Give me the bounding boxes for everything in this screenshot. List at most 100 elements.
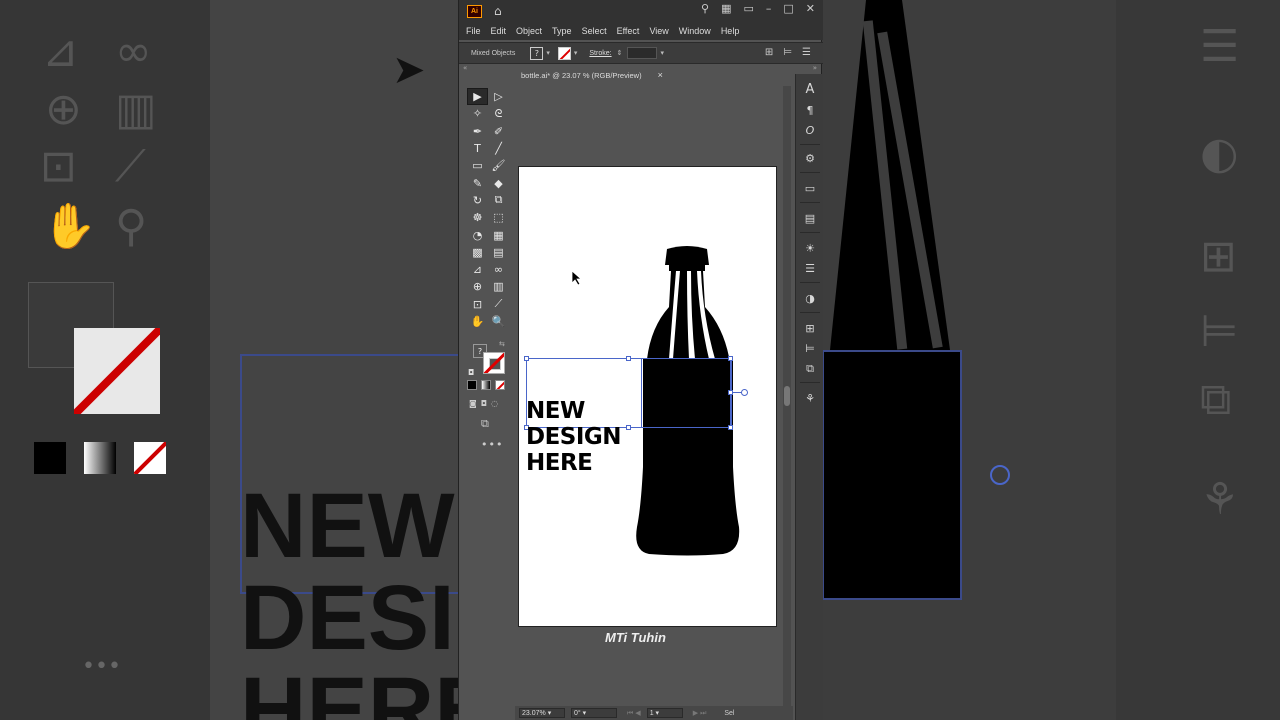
- stroke-dropdown-icon[interactable]: ▾: [574, 49, 578, 57]
- column-graph-icon[interactable]: ▥: [488, 278, 509, 295]
- pen-tool-icon[interactable]: ✒: [467, 123, 488, 140]
- label-rectangle-selection[interactable]: [641, 358, 731, 428]
- opentype-panel-icon[interactable]: O: [796, 124, 824, 137]
- stroke-weight-input[interactable]: [627, 47, 658, 59]
- appearance-panel-icon[interactable]: ☀: [796, 242, 824, 255]
- line-tool-icon[interactable]: ╱: [488, 140, 509, 157]
- libraries-panel-icon[interactable]: ⚘: [796, 392, 824, 405]
- align-icon[interactable]: ⊨: [783, 47, 792, 58]
- menu-file[interactable]: File: [466, 26, 481, 36]
- paragraph-panel-icon[interactable]: ¶: [796, 104, 824, 117]
- rectangle-tool-icon[interactable]: ▭: [467, 157, 488, 174]
- gradient-panel-icon[interactable]: ▭: [796, 182, 824, 195]
- collapse-right-icon[interactable]: »: [813, 64, 817, 72]
- direct-selection-tool-icon[interactable]: ▷: [488, 88, 509, 105]
- selection-tool-icon[interactable]: ▶: [467, 88, 488, 106]
- collapse-left-icon[interactable]: «: [463, 64, 467, 72]
- transparency-panel-icon[interactable]: ▤: [796, 212, 824, 225]
- handle-tm[interactable]: [626, 356, 631, 361]
- control-menu-icon[interactable]: ☰: [802, 47, 811, 58]
- zoom-tool-icon[interactable]: 🔍: [488, 313, 509, 330]
- menu-effect[interactable]: Effect: [617, 26, 640, 36]
- free-transform-icon[interactable]: ⬚: [488, 209, 509, 226]
- transform-icon[interactable]: ⊞: [765, 47, 773, 58]
- layers-panel-icon[interactable]: ⧉: [796, 362, 824, 376]
- artboard-nav-next-icons[interactable]: ▶⏭: [693, 709, 709, 718]
- warp-tool-icon[interactable]: ☸: [467, 209, 488, 226]
- blend-tool-icon[interactable]: ∞: [488, 261, 509, 278]
- artboard-number-select[interactable]: 1 ▾: [646, 708, 683, 718]
- shape-builder-icon[interactable]: ◔: [467, 226, 488, 243]
- vertical-scrollbar[interactable]: [783, 86, 791, 706]
- document-tab[interactable]: bottle.ai* @ 23.07 % (RGB/Preview) ×: [513, 66, 673, 84]
- handle-tr[interactable]: [728, 356, 733, 361]
- mesh-tool-icon[interactable]: ▩: [467, 244, 488, 261]
- handle-br[interactable]: [728, 425, 733, 430]
- arrange-icon[interactable]: ▭: [743, 2, 753, 15]
- menu-select[interactable]: Select: [582, 26, 607, 36]
- menu-object[interactable]: Object: [516, 26, 542, 36]
- transform-panel-icon[interactable]: ⊞: [796, 322, 824, 335]
- eyedropper-icon[interactable]: ⊿: [467, 261, 488, 278]
- menu-type[interactable]: Type: [552, 26, 572, 36]
- menu-edit[interactable]: Edit: [491, 26, 507, 36]
- draw-behind-icon[interactable]: ◘: [481, 399, 487, 408]
- zoom-level-select[interactable]: 23.07% ▾: [519, 708, 565, 718]
- swap-fill-stroke-icon[interactable]: ⇆: [499, 340, 505, 348]
- scrollbar-thumb[interactable]: [784, 386, 790, 406]
- hand-tool-icon[interactable]: ✋: [467, 313, 488, 330]
- headline-text[interactable]: NEW DESIGN HERE: [526, 398, 622, 476]
- workspace-icon[interactable]: ▦: [721, 2, 731, 15]
- default-fill-stroke-icon[interactable]: ◘: [468, 368, 474, 377]
- artboard-nav-icons[interactable]: ⏮◀: [627, 709, 643, 718]
- stroke-weight-dropdown-icon[interactable]: ▾: [660, 49, 664, 57]
- stroke-label[interactable]: Stroke:: [589, 50, 611, 57]
- curvature-tool-icon[interactable]: ✐: [488, 123, 509, 140]
- artboard-tool-icon[interactable]: ⊡: [467, 296, 488, 313]
- align-panel-icon[interactable]: ⊨: [796, 342, 824, 355]
- rotation-select[interactable]: 0° ▾: [571, 708, 617, 718]
- fill-swatch[interactable]: ?: [530, 46, 544, 60]
- fill-dropdown-icon[interactable]: ▾: [546, 49, 550, 57]
- type-tool-icon[interactable]: T: [467, 140, 488, 157]
- draw-normal-icon[interactable]: ◙: [469, 399, 477, 408]
- paintbrush-icon[interactable]: 🖌: [488, 157, 509, 174]
- scale-tool-icon[interactable]: ⧉: [488, 192, 509, 209]
- stroke-indicator[interactable]: [483, 352, 505, 374]
- tab-close-icon[interactable]: ×: [658, 70, 663, 80]
- lasso-icon[interactable]: ᘓ: [488, 105, 509, 122]
- minimize-button[interactable]: –: [766, 2, 772, 15]
- pathfinder-panel-icon[interactable]: ◑: [796, 292, 824, 305]
- menu-window[interactable]: Window: [679, 26, 711, 36]
- screen-mode-icon[interactable]: ⧉: [481, 417, 489, 431]
- slice-tool-icon[interactable]: ⟋: [488, 296, 509, 313]
- stroke-spinner-icon[interactable]: ⇕: [617, 49, 623, 57]
- edit-toolbar-icon[interactable]: •••: [481, 438, 503, 451]
- gradient-button[interactable]: [481, 380, 491, 390]
- handle-mr[interactable]: [728, 390, 733, 395]
- character-panel-icon[interactable]: A: [796, 82, 824, 97]
- search-icon[interactable]: ⚲: [701, 2, 709, 15]
- stroke-panel-icon[interactable]: ☰: [796, 262, 824, 275]
- draw-inside-icon[interactable]: ◌: [491, 399, 498, 408]
- handle-rotate[interactable]: [741, 389, 748, 396]
- eraser-icon[interactable]: ◆: [488, 174, 509, 191]
- perspective-grid-icon[interactable]: ▦: [488, 226, 509, 243]
- gradient-tool-icon[interactable]: ▤: [488, 244, 509, 261]
- close-button[interactable]: ✕: [806, 2, 815, 15]
- stroke-swatch[interactable]: [557, 46, 571, 60]
- menu-help[interactable]: Help: [721, 26, 740, 36]
- symbol-sprayer-icon[interactable]: ⊕: [467, 278, 488, 295]
- magic-wand-icon[interactable]: ✧: [467, 105, 488, 122]
- handle-bm[interactable]: [626, 425, 631, 430]
- status-info[interactable]: Sel: [724, 710, 734, 717]
- maximize-button[interactable]: □: [783, 2, 793, 15]
- color-button[interactable]: [467, 380, 477, 390]
- none-button[interactable]: [495, 380, 505, 390]
- home-icon[interactable]: ⌂: [494, 4, 502, 18]
- color-guide-icon[interactable]: ⚙: [796, 152, 824, 165]
- rotate-tool-icon[interactable]: ↻: [467, 192, 488, 209]
- shaper-tool-icon[interactable]: ✎: [467, 174, 488, 191]
- handle-tl[interactable]: [524, 356, 529, 361]
- menu-view[interactable]: View: [649, 26, 668, 36]
